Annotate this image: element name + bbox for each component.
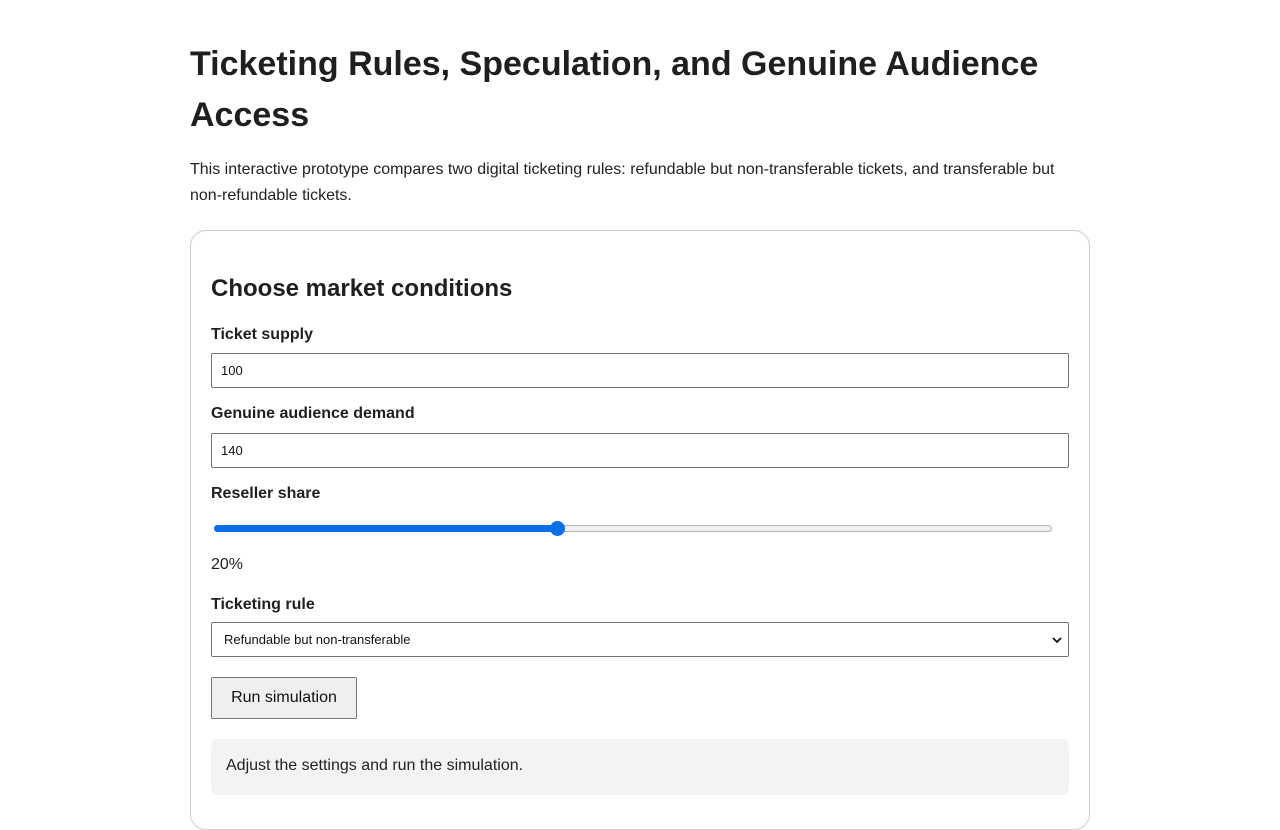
slider-thumb[interactable] — [549, 521, 565, 536]
page-title: Ticketing Rules, Speculation, and Genuin… — [190, 45, 1039, 134]
status-message: Adjust the settings and run the simulati… — [226, 757, 524, 774]
ticketing-rule-selected: Refundable but non-transferable — [224, 632, 411, 647]
reseller-share-slider[interactable] — [211, 520, 1071, 540]
ticket-supply-label: Ticket supply — [211, 326, 313, 343]
controls-heading: Choose market conditions — [211, 275, 513, 302]
demand-label: Genuine audience demand — [211, 405, 415, 422]
intro-text: This interactive prototype compares two … — [190, 161, 1055, 204]
run-simulation-button[interactable]: Run simulation — [211, 677, 357, 719]
ticketing-rule-select[interactable]: Refundable but non-transferable — [211, 622, 1069, 657]
demand-input[interactable] — [211, 433, 1069, 468]
controls-card: Choose market conditions Ticket supply G… — [190, 230, 1090, 830]
ticket-supply-input[interactable] — [211, 353, 1069, 388]
status-message-box: Adjust the settings and run the simulati… — [211, 739, 1069, 795]
slider-fill — [214, 525, 557, 532]
ticketing-rule-label: Ticketing rule — [211, 596, 315, 613]
chevron-down-icon — [1052, 637, 1062, 644]
reseller-share-value: 20% — [211, 556, 244, 573]
reseller-share-label: Reseller share — [211, 485, 321, 502]
